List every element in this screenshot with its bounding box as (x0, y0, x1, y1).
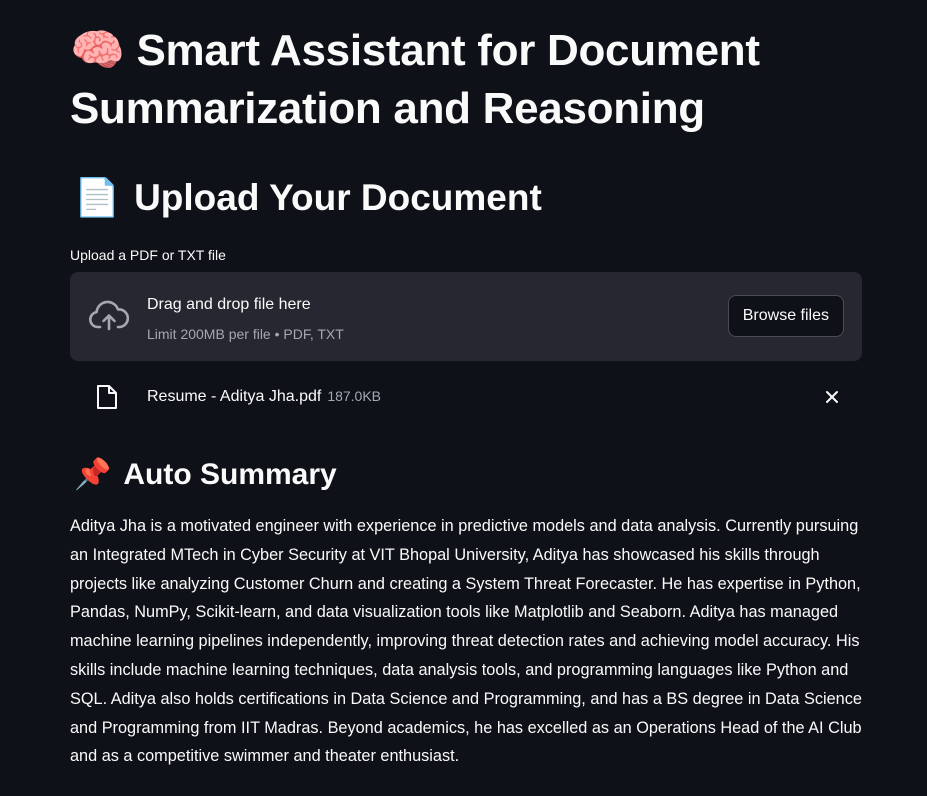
uploaded-file-name: Resume - Aditya Jha.pdf 187.0KB (147, 385, 381, 408)
uploaded-file-size: 187.0KB (327, 388, 382, 404)
page-title: 🧠 Smart Assistant for Document Summarizat… (70, 22, 870, 138)
uploaded-file-row: Resume - Aditya Jha.pdf 187.0KB (70, 376, 862, 416)
file-uploader-label: Upload a PDF or TXT file (70, 247, 226, 263)
upload-heading: 📄 Upload Your Document (74, 172, 542, 224)
remove-file-close-icon[interactable] (822, 387, 842, 407)
summary-heading-text: Auto Summary (123, 458, 337, 491)
document-emoji-icon: 📄 (74, 177, 121, 218)
file-icon (97, 385, 117, 409)
app-page: 🧠 Smart Assistant for Document Summarizat… (0, 0, 927, 796)
page-title-text: Smart Assistant for Document Summarizati… (70, 26, 760, 133)
cloud-upload-icon (89, 300, 130, 331)
summary-heading: 📌 Auto Summary (74, 455, 337, 495)
summary-text: Aditya Jha is a motivated engineer with … (70, 517, 862, 766)
browse-files-button[interactable]: Browse files (727, 295, 844, 337)
dropzone-limits: Limit 200MB per file • PDF, TXT (147, 326, 344, 342)
brain-emoji-icon: 🧠 (70, 26, 125, 75)
uploaded-file-name-text: Resume - Aditya Jha.pdf (147, 388, 322, 405)
upload-heading-text: Upload Your Document (134, 177, 542, 218)
dropzone-instructions: Drag and drop file here (147, 296, 311, 313)
pushpin-emoji-icon: 📌 (74, 458, 112, 491)
file-dropzone[interactable]: Drag and drop file here Limit 200MB per … (70, 272, 862, 361)
